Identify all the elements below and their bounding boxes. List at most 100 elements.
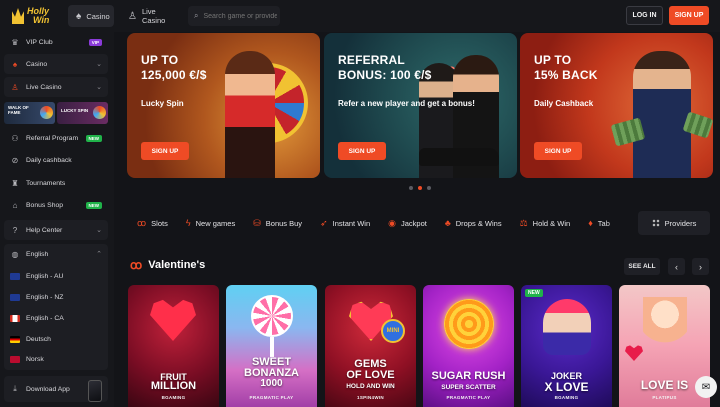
providers-label: Providers [664,218,697,228]
game-card-gems-of-love[interactable]: MINI GEMS OF LOVE HOLD AND WIN 1SPIN4WIN [325,285,416,407]
carousel-dot-active[interactable] [418,186,422,190]
nav-casino[interactable]: ♠ Casino [68,5,114,27]
chevron-up-icon: ⌃ [96,251,102,258]
category-slots[interactable]: ꝏ Slots [128,205,177,241]
logo[interactable]: Holly Win [12,4,58,28]
category-label: Jackpot [400,218,427,228]
category-drops-wins[interactable]: ♣ Drops & Wins [436,205,511,241]
game-card-sugar-rush[interactable]: SUGAR RUSH SUPER SCATTER PRAGMATIC PLAY [423,285,514,407]
category-label: Drops & Wins [455,218,502,228]
lollipop-image [251,295,293,337]
language-label: English - AU [26,272,64,280]
mini-jackpot-badge: MINI [381,319,405,343]
banner-title: UP TO 15% BACK [534,53,598,83]
nav-live-casino-label: Live Casino [141,7,166,25]
language-option-no[interactable]: Norsk [4,349,108,369]
logo-line2: Win [33,15,50,25]
sidebar-item-bonus-shop[interactable]: ⌂ Bonus Shop NEW [4,195,108,215]
sidebar-item-referral[interactable]: ⚇ Referral Program NEW [4,128,108,148]
category-label: Slots [151,218,168,228]
category-new-games[interactable]: ϟ New games [177,205,244,241]
game-card-sweet-bonanza-1000[interactable]: SWEET BONANZA 1000 PRAGMATIC PLAY [226,285,317,407]
sidebar-item-daily-cashback[interactable]: ⊘ Daily cashback [4,150,108,170]
banner-signup-button[interactable]: SIGN UP [141,142,189,160]
game-provider: PRAGMATIC PLAY [249,395,294,400]
sidebar-item-label: Casino [26,60,48,68]
chevron-left-icon: ‹ [675,261,678,272]
sidebar-item-tournaments[interactable]: ♜ Tournaments [4,173,108,193]
language-option-en-au[interactable]: English - AU [4,266,108,286]
promo-banner-referral[interactable]: CASINO REFERRAL BONUS: 100 €/$ Refer a n… [324,33,517,178]
banner-signup-button[interactable]: SIGN UP [338,142,386,160]
cherry-icon: ꝏ [130,258,143,272]
prev-arrow-button[interactable]: ‹ [668,258,685,275]
candy-sun-image [444,299,494,349]
banner-signup-button[interactable]: SIGN UP [534,142,582,160]
game-subtitle: SUPER SCATTER [441,384,496,391]
category-jackpot[interactable]: ◉ Jackpot [379,205,436,241]
chevron-right-icon: › [699,261,702,272]
game-title: MILLION [150,380,197,392]
sidebar-item-live-casino[interactable]: ♙ Live Casino ⌄ [4,77,108,97]
germany-flag-icon [10,335,20,343]
sidebar-item-label: Live Casino [26,83,62,91]
language-option-de[interactable]: Deutsch [4,329,108,349]
trophy-icon: ♜ [11,178,19,188]
banner-subtitle: Lucky Spin [141,99,184,108]
providers-button[interactable]: Providers [638,211,710,235]
norway-flag-icon [10,355,20,363]
banner-title-line: REFERRAL [338,53,405,67]
sidebar-item-label: Referral Program [26,134,79,142]
signup-button[interactable]: SIGN UP [669,6,709,25]
download-app-label: Download App [26,385,70,393]
promo-banner-lucky-spin[interactable]: UP TO 125,000 €/$ Lucky Spin SIGN UP [127,33,320,178]
new-badge: NEW [85,134,102,142]
carousel-dot[interactable] [409,186,413,190]
search-box[interactable]: ⌕ [188,6,280,26]
language-select[interactable]: ◍ English ⌃ [4,244,108,264]
language-option-en-nz[interactable]: English - NZ [4,287,108,307]
help-icon: ? [12,225,18,235]
see-all-button[interactable]: SEE ALL [624,258,660,275]
lollipop-stick [270,337,274,357]
rocket-icon: ➶ [320,217,328,228]
game-subtitle: HOLD AND WIN [346,383,395,390]
banner-subtitle: Daily Cashback [534,99,594,108]
sidebar-item-help-center[interactable]: ? Help Center ⌄ [4,220,108,240]
game-title: SUGAR RUSH [431,370,506,382]
bonus-buy-icon: ⛁ [253,217,261,228]
language-current: English [26,250,49,258]
shop-icon: ⌂ [12,200,18,210]
nav-live-casino[interactable]: ♙ Live Casino [120,5,182,27]
banner-title: REFERRAL BONUS: 100 €/$ [338,53,432,83]
language-label: Deutsch [26,335,51,343]
promo-banner-cashback[interactable]: UP TO 15% BACK Daily Cashback SIGN UP [520,33,713,178]
login-button[interactable]: LOG IN [626,6,663,25]
phone-icon [88,380,102,402]
carousel-dot[interactable] [427,186,431,190]
category-label: Hold & Win [532,218,571,228]
app-root: Holly Win ♠ Casino ♙ Live Casino ⌕ LOG I… [0,0,720,407]
top-header: Holly Win ♠ Casino ♙ Live Casino ⌕ LOG I… [0,0,720,32]
lucky-spin-tile[interactable]: LUCKY SPIN [57,102,108,124]
walk-of-fame-tile[interactable]: WALK OF FAME [4,102,55,124]
search-input[interactable] [203,12,278,20]
sidebar-item-casino[interactable]: ♠ Casino ⌄ [4,54,108,74]
category-bonus-buy[interactable]: ⛁ Bonus Buy [244,205,311,241]
category-instant-win[interactable]: ➶ Instant Win [311,205,379,241]
language-option-en-ca[interactable]: English - CA [4,308,108,328]
gentleman-image [633,51,691,178]
download-app-button[interactable]: ⤓ Download App [4,376,108,402]
chat-button[interactable]: ✉ [695,376,717,398]
game-card-fruit-million[interactable]: FRUIT MILLION BGAMING [128,285,219,407]
globe-icon: ◍ [11,249,19,259]
category-hold-win[interactable]: ⚖ Hold & Win [511,205,580,241]
next-arrow-button[interactable]: › [692,258,709,275]
carousel-dots [409,186,431,190]
game-card-joker-x-love[interactable]: NEW JOKER X LOVE BGAMING [521,285,612,407]
sidebar: ♛ VIP Club VIP ♠ Casino ⌄ ♙ Live Casino … [0,32,114,407]
sidebar-item-vip-club[interactable]: ♛ VIP Club VIP [4,32,108,52]
category-bar: ꝏ Slots ϟ New games ⛁ Bonus Buy ➶ Instan… [128,205,710,241]
category-label: Instant Win [332,218,371,228]
game-provider: PRAGMATIC PLAY [446,395,491,400]
